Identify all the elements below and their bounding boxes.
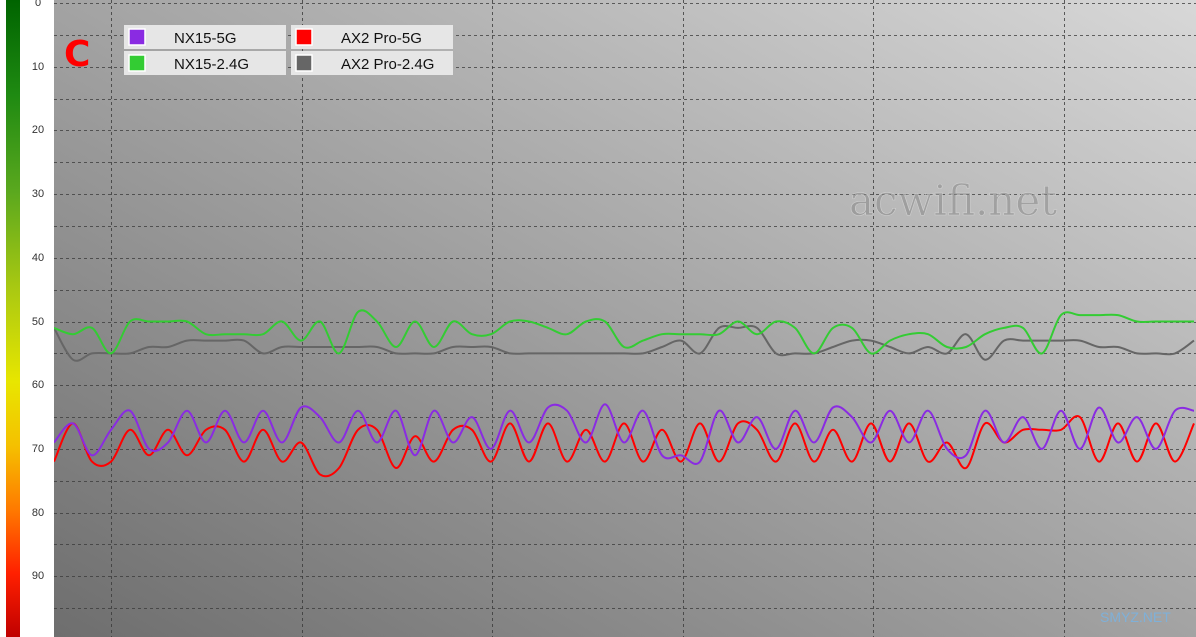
watermark-text: acwifi.net (849, 176, 1057, 225)
legend-label: AX2 Pro-5G (341, 30, 422, 47)
legend-swatch (295, 28, 313, 46)
y-tick-label: 0 (34, 0, 42, 9)
plot-area: acwifi.net C NX15-5G AX2 Pro-5G NX15-2.4G A… (54, 0, 1196, 637)
chart-svg: acwifi.net C NX15-5G AX2 Pro-5G NX15-2.4G A… (54, 0, 1196, 637)
y-tick-label: 10 (31, 60, 45, 73)
legend-swatch (128, 54, 146, 72)
y-tick-label: 70 (31, 442, 45, 455)
legend-item: NX15-2.4G (124, 51, 286, 75)
legend-label: NX15-2.4G (174, 56, 249, 73)
legend-item: NX15-5G (124, 25, 286, 49)
y-tick-label: 90 (31, 570, 45, 583)
legend-swatch (295, 54, 313, 72)
legend-label: AX2 Pro-2.4G (341, 56, 434, 73)
site-watermark: SMYZ.NET (1100, 609, 1171, 625)
legend-item: AX2 Pro-5G (291, 25, 453, 49)
y-tick-label: 30 (31, 188, 45, 201)
y-tick-label: 50 (31, 315, 45, 328)
y-tick-label: 80 (31, 506, 45, 519)
legend-label: NX15-5G (174, 30, 237, 47)
panel-letter: C (64, 34, 90, 75)
y-axis-scale: 0 10 20 30 40 50 60 70 80 90 (0, 0, 54, 637)
y-tick-label: 40 (31, 251, 45, 264)
legend-swatch (128, 28, 146, 46)
signal-color-bar (6, 0, 20, 637)
legend-item: AX2 Pro-2.4G (291, 51, 453, 75)
y-tick-label: 20 (31, 124, 45, 137)
plot-background (54, 0, 1196, 637)
y-tick-label: 60 (31, 379, 45, 392)
